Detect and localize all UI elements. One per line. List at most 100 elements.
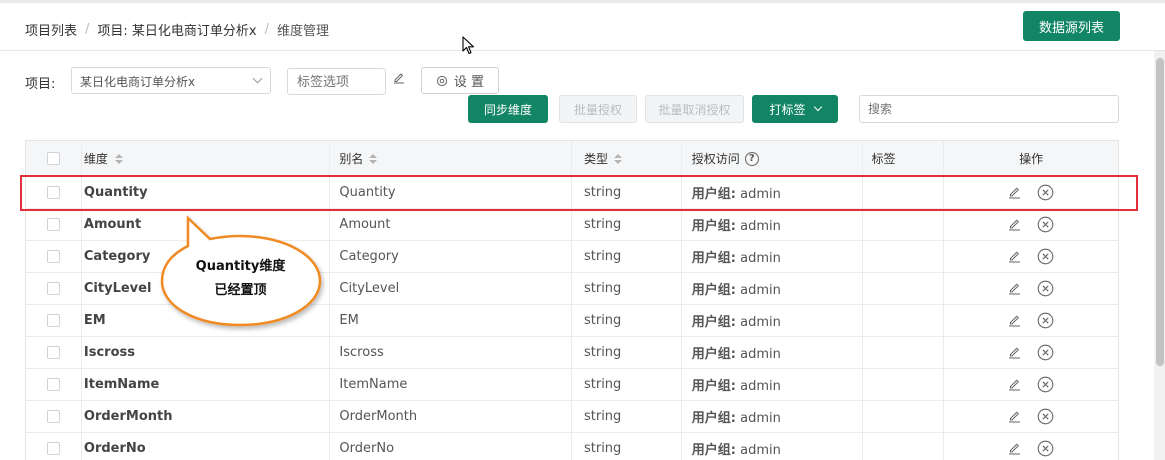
pencil-icon[interactable] bbox=[1008, 314, 1021, 327]
pencil-icon[interactable] bbox=[1008, 346, 1021, 359]
tags-cell bbox=[863, 209, 945, 240]
tag-button-label: 打标签 bbox=[769, 102, 806, 117]
breadcrumb-project-list[interactable]: 项目列表 bbox=[25, 20, 77, 39]
batch-unauthorize-button[interactable]: 批量取消授权 bbox=[645, 95, 744, 123]
header-dimension[interactable]: 维度 bbox=[82, 141, 331, 176]
sort-icon[interactable] bbox=[369, 153, 378, 164]
scrollbar-thumb[interactable] bbox=[1156, 58, 1164, 366]
auth-group-value: admin bbox=[740, 443, 781, 458]
dimension-cell: OrderNo bbox=[82, 433, 331, 460]
auth-text: 用户组: admin bbox=[692, 311, 781, 330]
header-ops-label: 操作 bbox=[1019, 152, 1044, 166]
circle-x-icon[interactable] bbox=[1037, 280, 1054, 297]
header-alias[interactable]: 别名 bbox=[330, 141, 572, 176]
breadcrumb-project[interactable]: 项目: 某日化电商订单分析x bbox=[97, 20, 256, 39]
circle-x-icon[interactable] bbox=[1037, 184, 1054, 201]
dimension-cell: ItemName bbox=[82, 369, 331, 400]
callout-text: Quantity维度 已经置顶 bbox=[163, 255, 318, 303]
dimension-name: Amount bbox=[83, 217, 142, 232]
question-circle-icon[interactable]: ? bbox=[744, 151, 759, 166]
row-checkbox[interactable] bbox=[46, 250, 60, 263]
circle-x-icon[interactable] bbox=[1037, 376, 1054, 393]
auth-group-label: 用户组: bbox=[691, 187, 736, 202]
pencil-icon[interactable] bbox=[1008, 282, 1021, 295]
circle-x-icon[interactable] bbox=[1037, 440, 1054, 457]
row-checkbox[interactable] bbox=[46, 186, 60, 199]
batch-authorize-button[interactable]: 批量授权 bbox=[559, 95, 637, 123]
project-select-value: 某日化电商订单分析x bbox=[80, 75, 196, 89]
breadcrumb-separator: / bbox=[85, 22, 90, 37]
project-select[interactable]: 某日化电商订单分析x bbox=[71, 67, 271, 94]
callout-line-1: Quantity维度 bbox=[195, 259, 286, 274]
header-divider bbox=[0, 50, 1165, 51]
alias-text: EM bbox=[339, 313, 359, 328]
auth-group-label: 用户组: bbox=[691, 379, 736, 394]
row-checkbox[interactable] bbox=[46, 346, 60, 359]
pencil-icon[interactable] bbox=[1008, 218, 1021, 231]
sort-icon[interactable] bbox=[114, 153, 123, 164]
tag-option-input[interactable] bbox=[287, 68, 386, 95]
table-row: Quantity Quantity string 用户组: admin bbox=[26, 177, 1118, 209]
auth-group-label: 用户组: bbox=[691, 347, 736, 362]
ops-cell bbox=[944, 241, 1118, 272]
tags-cell bbox=[863, 241, 945, 272]
settings-button[interactable]: 设 置 bbox=[421, 67, 499, 94]
type-text: string bbox=[583, 441, 622, 456]
sort-icon[interactable] bbox=[614, 153, 622, 164]
row-checkbox[interactable] bbox=[46, 410, 60, 423]
mouse-cursor-icon bbox=[462, 36, 475, 55]
ops-cell bbox=[944, 369, 1118, 400]
tags-cell bbox=[863, 337, 945, 368]
row-checkbox-cell bbox=[26, 337, 82, 368]
header-auth-label: 授权访问 bbox=[691, 152, 740, 166]
alias-cell: CityLevel bbox=[330, 273, 572, 304]
row-checkbox[interactable] bbox=[46, 442, 60, 455]
auth-text: 用户组: admin bbox=[692, 279, 781, 298]
row-checkbox-cell bbox=[26, 401, 82, 432]
type-text: string bbox=[583, 377, 622, 392]
pencil-icon[interactable] bbox=[1008, 186, 1021, 199]
search-input[interactable] bbox=[859, 95, 1119, 123]
pencil-icon[interactable] bbox=[1008, 410, 1021, 423]
auth-cell: 用户组: admin bbox=[682, 337, 864, 368]
sync-dimensions-button[interactable]: 同步维度 bbox=[468, 95, 548, 123]
dimension-name: EM bbox=[83, 313, 106, 328]
auth-text: 用户组: admin bbox=[692, 215, 781, 234]
auth-cell: 用户组: admin bbox=[682, 433, 864, 460]
auth-group-value: admin bbox=[740, 411, 781, 426]
datasource-list-button[interactable]: 数据源列表 bbox=[1023, 11, 1120, 41]
dimension-cell: Quantity bbox=[82, 177, 331, 208]
auth-group-value: admin bbox=[740, 251, 781, 266]
edit-tag-icon[interactable] bbox=[393, 72, 405, 84]
tags-cell bbox=[863, 433, 945, 460]
alias-text: OrderMonth bbox=[339, 409, 418, 424]
row-checkbox[interactable] bbox=[46, 218, 60, 231]
auth-group-label: 用户组: bbox=[691, 411, 736, 426]
type-cell: string bbox=[572, 241, 682, 272]
circle-x-icon[interactable] bbox=[1037, 312, 1054, 329]
header-type[interactable]: 类型 bbox=[572, 141, 682, 176]
circle-x-icon[interactable] bbox=[1037, 344, 1054, 361]
ops-cell bbox=[944, 273, 1118, 304]
project-label: 项目: bbox=[25, 77, 56, 92]
pencil-icon[interactable] bbox=[1008, 378, 1021, 391]
header-auth: 授权访问? bbox=[682, 141, 864, 176]
circle-x-icon[interactable] bbox=[1037, 216, 1054, 233]
circle-x-icon[interactable] bbox=[1037, 248, 1054, 265]
select-all-checkbox[interactable] bbox=[46, 152, 60, 165]
row-checkbox[interactable] bbox=[46, 314, 60, 327]
pencil-icon[interactable] bbox=[1008, 442, 1021, 455]
ops-cell bbox=[944, 177, 1118, 208]
type-cell: string bbox=[572, 177, 682, 208]
row-checkbox[interactable] bbox=[46, 282, 60, 295]
circle-x-icon[interactable] bbox=[1037, 408, 1054, 425]
header-dimension-label: 维度 bbox=[83, 152, 108, 166]
tag-dropdown-button[interactable]: 打标签 bbox=[752, 95, 838, 123]
table-row: OrderNo OrderNo string 用户组: admin bbox=[26, 433, 1118, 460]
dimension-cell: OrderMonth bbox=[82, 401, 331, 432]
ops-cell bbox=[944, 305, 1118, 336]
alias-cell: EM bbox=[330, 305, 572, 336]
pencil-icon[interactable] bbox=[1008, 250, 1021, 263]
row-checkbox[interactable] bbox=[46, 378, 60, 391]
tags-cell bbox=[863, 273, 945, 304]
